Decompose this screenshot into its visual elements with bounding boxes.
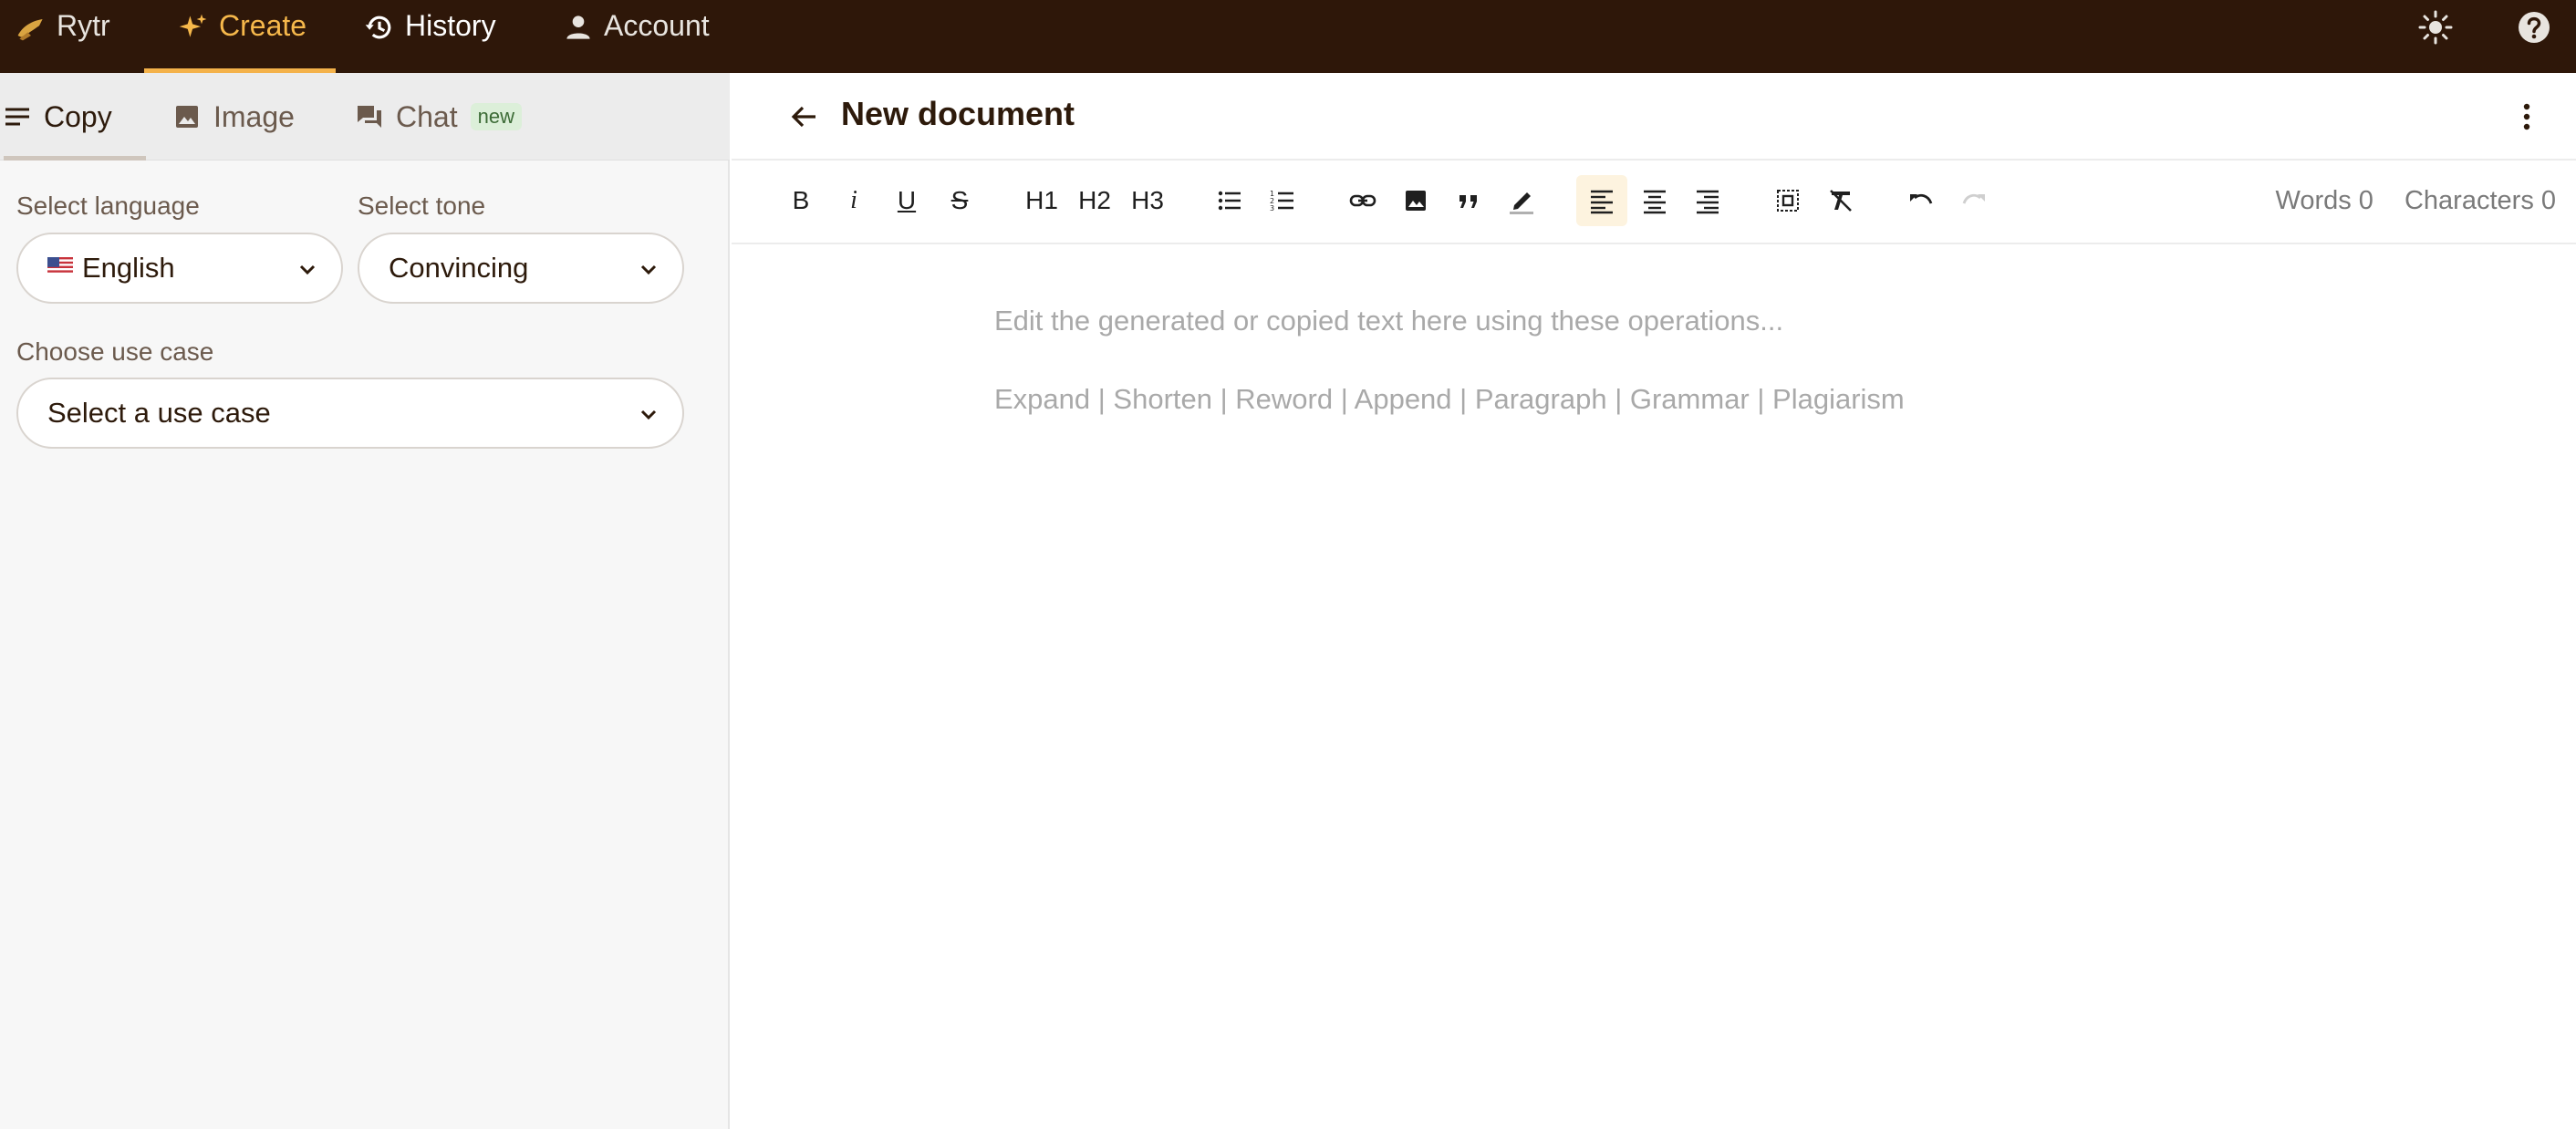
chevron-down-icon bbox=[299, 264, 316, 275]
select-all-button[interactable] bbox=[1762, 175, 1813, 226]
strikethrough-button[interactable]: S bbox=[934, 175, 985, 226]
usecase-select[interactable]: Select a use case bbox=[16, 378, 684, 449]
nav-create-label: Create bbox=[219, 9, 307, 42]
person-icon bbox=[560, 9, 597, 46]
italic-button[interactable]: i bbox=[828, 175, 879, 226]
editor-placeholder-line1[interactable]: Edit the generated or copied text here u… bbox=[994, 305, 1783, 337]
tab-chat[interactable]: Chat new bbox=[356, 73, 522, 161]
image-icon bbox=[1406, 191, 1426, 211]
tab-chat-label: Chat bbox=[396, 99, 458, 133]
nav-brand-rytr[interactable]: Rytr bbox=[13, 0, 110, 73]
undo-button[interactable] bbox=[1896, 175, 1947, 226]
kebab-menu-icon bbox=[2523, 103, 2530, 130]
image-icon bbox=[176, 106, 198, 128]
bullet-list-button[interactable] bbox=[1204, 175, 1255, 226]
tab-copy[interactable]: Copy bbox=[4, 73, 146, 161]
top-navigation-bar: Rytr Create History Account bbox=[0, 0, 2576, 73]
language-label: Select language bbox=[16, 192, 200, 220]
nav-history[interactable]: History bbox=[361, 0, 496, 73]
svg-text:3: 3 bbox=[1270, 204, 1274, 212]
editor-toolbar: B i U S H1 H2 H3 123 Words 0 Characters … bbox=[732, 161, 2576, 244]
nav-create[interactable]: Create bbox=[143, 0, 337, 73]
document-header: New document bbox=[732, 73, 2576, 161]
pen-icon bbox=[1510, 192, 1533, 214]
tab-copy-label: Copy bbox=[44, 99, 112, 133]
tab-image-label: Image bbox=[213, 99, 295, 133]
left-panel-tabs: Copy Image Chat new bbox=[0, 73, 730, 161]
nav-account-label: Account bbox=[604, 9, 710, 42]
usecase-label: Choose use case bbox=[16, 337, 214, 366]
undo-icon bbox=[1910, 193, 1933, 204]
rytr-logo-icon bbox=[13, 9, 49, 46]
quote-icon bbox=[1459, 195, 1477, 208]
chevron-down-icon bbox=[640, 409, 657, 420]
brand-label: Rytr bbox=[57, 9, 110, 42]
clear-format-button[interactable] bbox=[1815, 175, 1866, 226]
underline-button[interactable]: U bbox=[881, 175, 932, 226]
left-panel: Copy Image Chat new Select language Sele… bbox=[0, 73, 730, 1129]
back-button[interactable] bbox=[783, 95, 826, 139]
more-options-button[interactable] bbox=[2508, 97, 2545, 137]
document-title[interactable]: New document bbox=[841, 95, 1075, 133]
align-center-icon bbox=[1644, 190, 1666, 214]
language-value: English bbox=[82, 252, 175, 284]
us-flag-icon bbox=[47, 257, 73, 275]
word-count: Words 0 bbox=[2275, 186, 2373, 215]
usecase-value: Select a use case bbox=[47, 397, 271, 429]
insert-image-button[interactable] bbox=[1390, 175, 1441, 226]
tab-image[interactable]: Image bbox=[173, 73, 295, 161]
nav-history-label: History bbox=[405, 9, 496, 42]
blockquote-button[interactable] bbox=[1443, 175, 1494, 226]
theme-toggle-button[interactable] bbox=[2415, 7, 2456, 47]
arrow-left-icon bbox=[791, 106, 815, 128]
align-left-button[interactable] bbox=[1576, 175, 1627, 226]
bold-button[interactable]: B bbox=[775, 175, 826, 226]
redo-button[interactable] bbox=[1948, 175, 2000, 226]
chat-icon bbox=[358, 106, 381, 128]
character-count: Characters 0 bbox=[2404, 186, 2556, 215]
heading1-button[interactable]: H1 bbox=[1016, 175, 1067, 226]
lines-icon bbox=[5, 108, 29, 126]
history-icon bbox=[361, 9, 398, 46]
bullet-list-icon bbox=[1218, 191, 1241, 211]
word-character-counts: Words 0 Characters 0 bbox=[2251, 186, 2556, 216]
link-button[interactable] bbox=[1337, 175, 1388, 226]
editor-placeholder-line2: Expand | Shorten | Reword | Append | Par… bbox=[994, 383, 1905, 415]
highlight-button[interactable] bbox=[1496, 175, 1547, 226]
redo-icon bbox=[1962, 193, 1985, 204]
select-all-icon bbox=[1777, 190, 1799, 212]
nav-account[interactable]: Account bbox=[560, 0, 710, 73]
align-left-icon bbox=[1591, 190, 1613, 214]
tone-label: Select tone bbox=[358, 192, 486, 220]
align-right-icon bbox=[1697, 190, 1719, 214]
align-right-button[interactable] bbox=[1682, 175, 1733, 226]
heading2-button[interactable]: H2 bbox=[1069, 175, 1120, 226]
chevron-down-icon bbox=[640, 264, 657, 275]
language-select[interactable]: English bbox=[16, 233, 343, 304]
numbered-list-button[interactable]: 123 bbox=[1257, 175, 1308, 226]
clear-format-icon bbox=[1830, 190, 1852, 212]
numbered-list-icon: 123 bbox=[1270, 190, 1293, 212]
sun-icon bbox=[2418, 10, 2453, 45]
help-icon bbox=[2519, 12, 2550, 43]
align-center-button[interactable] bbox=[1629, 175, 1680, 226]
link-icon bbox=[1349, 194, 1376, 207]
editor-panel: New document B i U S H1 H2 H3 123 Words … bbox=[732, 73, 2576, 1129]
help-button[interactable] bbox=[2514, 7, 2554, 47]
heading3-button[interactable]: H3 bbox=[1122, 175, 1173, 226]
tone-value: Convincing bbox=[389, 252, 529, 284]
new-badge: new bbox=[470, 103, 522, 130]
sparkle-icon bbox=[175, 9, 212, 46]
tone-select[interactable]: Convincing bbox=[358, 233, 684, 304]
